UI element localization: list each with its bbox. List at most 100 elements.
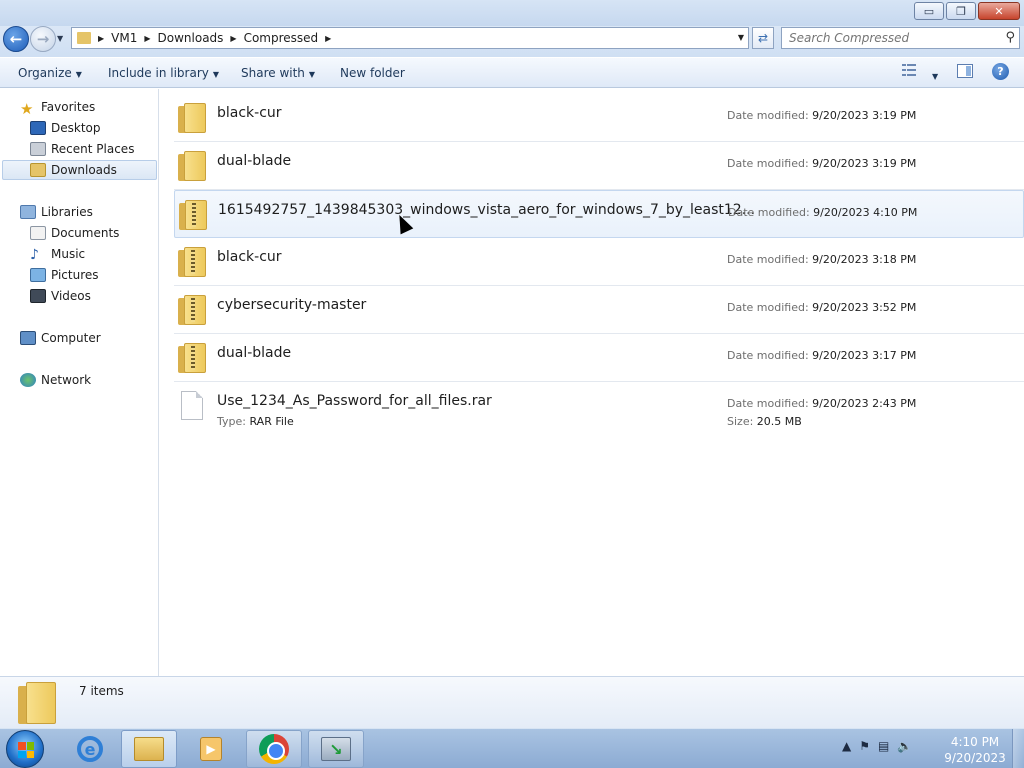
star-icon: ★ bbox=[20, 100, 34, 118]
sidebar-item-favorites[interactable]: ★ Favorites bbox=[20, 97, 177, 118]
windows-explorer-icon bbox=[134, 737, 164, 761]
sidebar-item-label: Computer bbox=[41, 331, 101, 345]
address-bar[interactable]: ▶ VM1 ▶ Downloads ▶ Compressed ▶ ▼ bbox=[71, 27, 749, 49]
sidebar-item-label: Recent Places bbox=[51, 142, 135, 156]
desktop-icon bbox=[30, 121, 46, 135]
zip-folder-icon bbox=[178, 247, 206, 277]
sidebar-item-network[interactable]: Network bbox=[20, 370, 177, 390]
restore-button[interactable]: ❐ bbox=[946, 2, 976, 20]
sidebar-item-computer[interactable]: Computer bbox=[20, 328, 177, 348]
breadcrumb-separator-icon[interactable]: ▶ bbox=[144, 34, 150, 43]
zip-folder-icon bbox=[178, 343, 206, 373]
file-name: black-cur bbox=[217, 105, 282, 121]
file-name: 1615492757_1439845303_windows_vista_aero… bbox=[218, 202, 756, 218]
preview-pane-icon[interactable] bbox=[957, 64, 973, 78]
help-icon[interactable]: ? bbox=[992, 63, 1009, 80]
sidebar-item-label: Network bbox=[41, 373, 92, 387]
date-modified-label: Date modified: bbox=[727, 109, 809, 122]
list-item[interactable]: 1615492757_1439845303_windows_vista_aero… bbox=[174, 190, 1024, 238]
back-button[interactable]: ← bbox=[3, 26, 29, 52]
search-icon[interactable]: ⚲ bbox=[1005, 30, 1015, 45]
folder-icon bbox=[77, 32, 91, 44]
date-modified: Date modified: 9/20/2023 3:18 PM bbox=[727, 253, 916, 266]
clock[interactable]: 4:10 PM 9/20/2023 bbox=[940, 734, 1010, 766]
file-name: black-cur bbox=[217, 249, 282, 265]
restore-icon: ❐ bbox=[956, 4, 966, 18]
volume-muted-icon[interactable]: 🔈 bbox=[897, 739, 912, 753]
date-modified-value: 9/20/2023 3:52 PM bbox=[812, 301, 917, 314]
list-item[interactable]: black-cur Date modified: 9/20/2023 3:18 … bbox=[174, 238, 1024, 286]
close-button[interactable]: ✕ bbox=[978, 2, 1020, 20]
list-item[interactable]: black-cur Date modified: 9/20/2023 3:19 … bbox=[174, 94, 1024, 142]
sidebar-item-label: Music bbox=[51, 247, 86, 261]
media-player-icon: ▶ bbox=[200, 737, 222, 761]
date-modified-value: 9/20/2023 3:17 PM bbox=[812, 349, 917, 362]
change-view-icon[interactable] bbox=[902, 64, 916, 78]
forward-button[interactable]: → bbox=[30, 26, 56, 52]
search-input[interactable] bbox=[782, 28, 992, 48]
sidebar-item-label: Desktop bbox=[51, 121, 101, 135]
command-bar: Organize ▼ Include in library ▼ Share with… bbox=[0, 57, 1024, 88]
list-item[interactable]: dual-blade Date modified: 9/20/2023 3:17… bbox=[174, 334, 1024, 382]
title-bar: ▭ ❐ ✕ bbox=[0, 0, 1024, 26]
folder-icon bbox=[178, 151, 206, 181]
organize-label: Organize bbox=[18, 66, 72, 80]
breadcrumb-compressed[interactable]: Compressed bbox=[244, 31, 319, 45]
action-center-flag-icon[interactable]: ⚑ bbox=[859, 739, 870, 753]
show-desktop-button[interactable] bbox=[1012, 729, 1024, 768]
sidebar-item-label: Favorites bbox=[41, 100, 96, 114]
internet-explorer-button[interactable]: e bbox=[62, 730, 118, 768]
file-list: black-cur Date modified: 9/20/2023 3:19 … bbox=[160, 89, 1024, 676]
file-type-value: RAR File bbox=[249, 415, 294, 428]
sidebar-item-downloads[interactable]: Downloads bbox=[2, 160, 157, 180]
file-name: dual-blade bbox=[217, 153, 292, 169]
sidebar-item-libraries[interactable]: Libraries bbox=[20, 202, 177, 222]
start-button[interactable] bbox=[6, 730, 44, 768]
network-icon bbox=[20, 373, 36, 387]
list-item[interactable]: dual-blade Date modified: 9/20/2023 3:19… bbox=[174, 142, 1024, 190]
date-modified-value: 9/20/2023 3:18 PM bbox=[812, 253, 917, 266]
navigation-pane: ★ Favorites Desktop Recent Places Downlo… bbox=[0, 89, 159, 676]
breadcrumb-separator-icon[interactable]: ▶ bbox=[98, 34, 104, 43]
organize-button[interactable]: Organize ▼ bbox=[18, 66, 82, 80]
close-icon: ✕ bbox=[994, 4, 1004, 18]
sidebar-item-label: Pictures bbox=[51, 268, 99, 282]
address-dropdown-icon[interactable]: ▼ bbox=[738, 33, 744, 42]
window-controls: ▭ ❐ ✕ bbox=[914, 2, 1020, 20]
chrome-icon bbox=[259, 734, 289, 764]
share-with-button[interactable]: Share with ▼ bbox=[241, 66, 315, 80]
breadcrumb-separator-icon[interactable]: ▶ bbox=[230, 34, 236, 43]
file-name: cybersecurity-master bbox=[217, 297, 367, 313]
date-modified: Date modified: 9/20/2023 3:19 PM bbox=[727, 157, 916, 170]
file-type-label: Type: bbox=[217, 415, 246, 428]
windows-explorer-button[interactable] bbox=[121, 730, 177, 768]
date-modified: Date modified: 9/20/2023 4:10 PM bbox=[728, 206, 917, 219]
file-name: Use_1234_As_Password_for_all_files.rar bbox=[217, 393, 492, 409]
include-in-library-button[interactable]: Include in library ▼ bbox=[108, 66, 219, 80]
breadcrumb-downloads[interactable]: Downloads bbox=[158, 31, 224, 45]
downloader-button[interactable]: ↘ bbox=[308, 730, 364, 768]
address-row: ← → ▼ ▶ VM1 ▶ Downloads ▶ Compressed ▶ ▼… bbox=[0, 26, 1024, 57]
clock-date: 9/20/2023 bbox=[944, 751, 1006, 765]
recent-pages-dropdown-icon[interactable]: ▼ bbox=[57, 34, 63, 43]
date-modified-value: 9/20/2023 3:19 PM bbox=[812, 157, 917, 170]
breadcrumb-vm1[interactable]: VM1 bbox=[111, 31, 137, 45]
list-item[interactable]: cybersecurity-master Date modified: 9/20… bbox=[174, 286, 1024, 334]
chrome-button[interactable] bbox=[246, 730, 302, 768]
date-modified-label: Date modified: bbox=[727, 157, 809, 170]
date-modified: Date modified: 9/20/2023 2:43 PM bbox=[727, 397, 916, 410]
list-item[interactable]: Use_1234_As_Password_for_all_files.rar T… bbox=[174, 382, 1024, 430]
date-modified-value: 9/20/2023 4:10 PM bbox=[813, 206, 918, 219]
media-player-button[interactable]: ▶ bbox=[183, 730, 239, 768]
refresh-button[interactable]: ⇄ bbox=[752, 27, 774, 49]
new-folder-button[interactable]: New folder bbox=[340, 66, 405, 80]
date-modified-label: Date modified: bbox=[727, 301, 809, 314]
view-options-dropdown-icon[interactable]: ▼ bbox=[928, 68, 938, 82]
system-tray: ▲ ⚑ ▤ 🔈 bbox=[842, 739, 912, 753]
breadcrumb-separator-icon[interactable]: ▶ bbox=[325, 34, 331, 43]
show-hidden-icons-icon[interactable]: ▲ bbox=[842, 739, 851, 753]
file-size-label: Size: bbox=[727, 415, 754, 428]
downloads-folder-icon bbox=[30, 163, 46, 177]
minimize-button[interactable]: ▭ bbox=[914, 2, 944, 20]
network-status-icon[interactable]: ▤ bbox=[878, 739, 889, 753]
